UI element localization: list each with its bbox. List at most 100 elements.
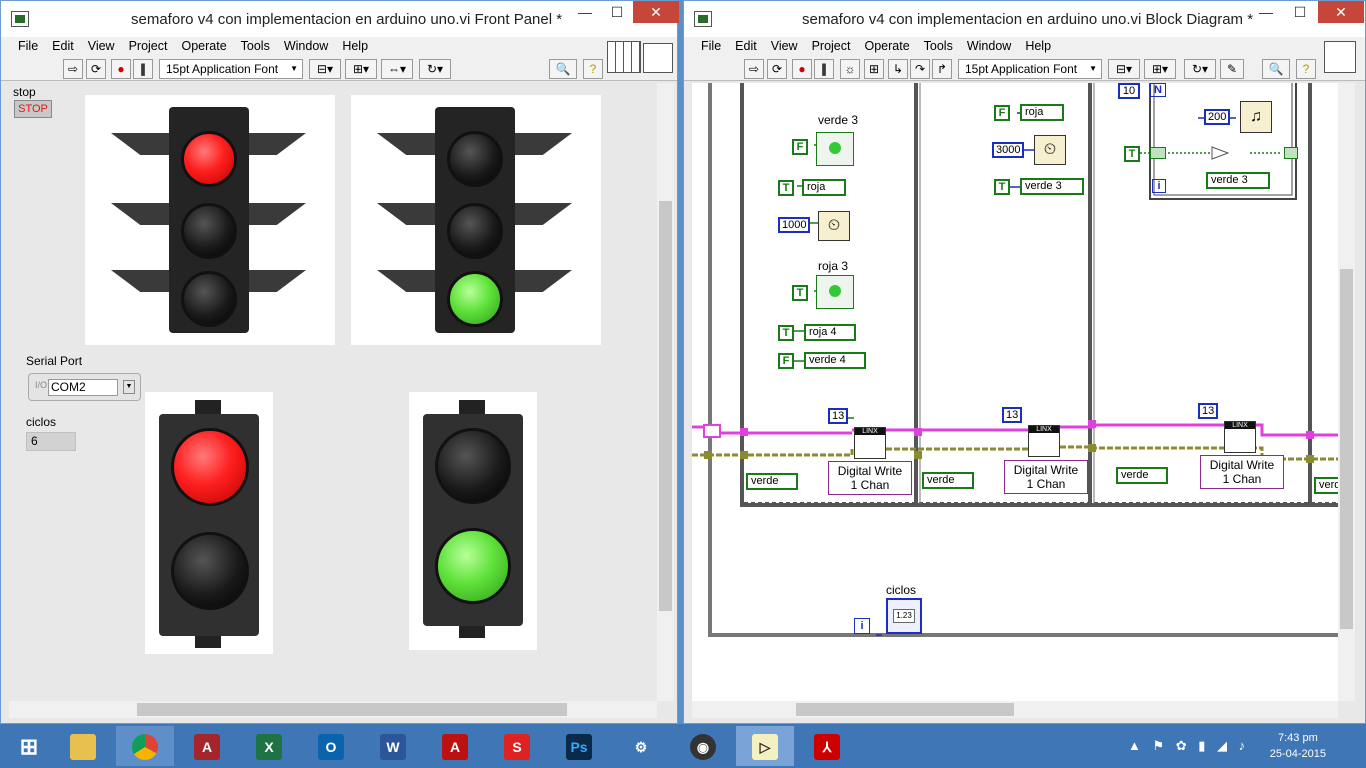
help-icon[interactable]: ? [1296, 59, 1316, 79]
font-selector[interactable]: 15pt Application Font [159, 59, 303, 79]
step-into-icon[interactable]: ↳ [888, 59, 908, 79]
run-arrow-icon[interactable]: ⇨ [744, 59, 764, 79]
linx-digital-write-icon[interactable]: LINX [1224, 421, 1256, 453]
menu-view[interactable]: View [81, 37, 122, 55]
scroll-thumb[interactable] [659, 201, 672, 611]
scroll-thumb[interactable] [796, 703, 1014, 716]
menu-window[interactable]: Window [277, 37, 335, 55]
taskbar-app[interactable]: ⚙ [612, 726, 670, 766]
wait-3000-constant[interactable]: 3000 [992, 142, 1024, 158]
menu-window[interactable]: Window [960, 37, 1018, 55]
linx-digital-write-icon[interactable]: LINX [854, 427, 886, 459]
taskbar-explorer[interactable] [54, 726, 112, 766]
taskbar-photoshop[interactable]: Ps [550, 726, 608, 766]
wait-1000-constant[interactable]: 1000 [778, 217, 810, 233]
step-out-icon[interactable]: ↱ [932, 59, 952, 79]
close-button[interactable]: ✕ [633, 1, 679, 23]
pause-icon[interactable]: ∥ [133, 59, 153, 79]
close-button[interactable]: ✕ [1318, 1, 1364, 23]
clean-up-icon[interactable]: ✎ [1220, 59, 1244, 79]
distribute-icon[interactable]: ⊞▾ [1144, 59, 1176, 79]
run-arrow-icon[interactable]: ⇨ [63, 59, 83, 79]
start-button[interactable]: ⊞ [0, 726, 58, 766]
local-var-verde[interactable]: verde [922, 472, 974, 489]
search-icon[interactable]: 🔍 [549, 59, 577, 79]
menu-tools[interactable]: Tools [917, 37, 960, 55]
wait-ms-icon[interactable]: ⏲ [1034, 135, 1066, 165]
horizontal-scrollbar[interactable] [9, 701, 657, 718]
pin-13-constant[interactable]: 13 [828, 408, 848, 424]
false-constant[interactable]: F [778, 353, 794, 369]
pin-13-constant[interactable]: 13 [1198, 403, 1218, 419]
abort-icon[interactable]: ● [792, 59, 812, 79]
horizontal-scrollbar[interactable] [692, 701, 1338, 718]
pin-13-constant[interactable]: 13 [1002, 407, 1022, 423]
stop-button[interactable]: STOP [14, 100, 52, 118]
true-constant[interactable]: T [778, 325, 794, 341]
font-selector[interactable]: 15pt Application Font [958, 59, 1102, 79]
loop-count-constant[interactable]: 10 [1118, 83, 1140, 99]
taskbar-autocad-mep[interactable]: A [426, 726, 484, 766]
metronome-icon[interactable]: ♫ [1240, 101, 1272, 133]
linx-digital-write-icon[interactable]: LINX [1028, 425, 1060, 457]
taskbar-access[interactable]: A [178, 726, 236, 766]
distribute-icon[interactable]: ⊞▾ [345, 59, 377, 79]
run-continuous-icon[interactable]: ⟳ [86, 59, 106, 79]
digital-write-selector[interactable]: Digital Write 1 Chan [828, 461, 912, 495]
local-var-verde4[interactable]: verde 4 [804, 352, 866, 369]
search-icon[interactable]: 🔍 [1262, 59, 1290, 79]
true-constant[interactable]: T [1124, 146, 1140, 162]
menu-tools[interactable]: Tools [234, 37, 277, 55]
local-var-roja[interactable]: roja [802, 179, 846, 196]
local-var-verde-clipped[interactable]: verde [1314, 477, 1338, 494]
minimize-button[interactable]: — [569, 1, 601, 23]
align-icon[interactable]: ⊟▾ [309, 59, 341, 79]
maximize-button[interactable]: ☐ [1284, 1, 1316, 23]
scroll-thumb[interactable] [137, 703, 567, 716]
vertical-scrollbar[interactable] [657, 83, 674, 701]
reorder-icon[interactable]: ↻▾ [1184, 59, 1216, 79]
serial-port-control[interactable]: I/O COM2 ▼ [28, 373, 141, 401]
dropdown-icon[interactable]: ▼ [123, 380, 135, 394]
led-indicator-icon[interactable] [816, 132, 854, 166]
taskbar-camera[interactable]: ◉ [674, 726, 732, 766]
menu-view[interactable]: View [764, 37, 805, 55]
true-constant[interactable]: T [778, 180, 794, 196]
system-tray[interactable]: ▲ ⚑ ✿ ▮ ◢ ♪ [1128, 738, 1249, 754]
led-indicator-icon[interactable] [816, 275, 854, 309]
wait-200-constant[interactable]: 200 [1204, 109, 1230, 125]
highlight-execution-icon[interactable]: ☼ [840, 59, 860, 79]
menu-project[interactable]: Project [122, 37, 175, 55]
taskbar-acrobat[interactable]: ⅄ [798, 726, 856, 766]
maximize-button[interactable]: ☐ [601, 1, 633, 23]
reorder-icon[interactable]: ↻▾ [419, 59, 451, 79]
false-constant[interactable]: F [792, 139, 808, 155]
retain-wire-values-icon[interactable]: ⊞ [864, 59, 884, 79]
pause-icon[interactable]: ∥ [814, 59, 834, 79]
local-var-verde[interactable]: verde [1116, 467, 1168, 484]
wait-ms-icon[interactable]: ⏲ [818, 211, 850, 241]
vertical-scrollbar[interactable] [1338, 83, 1355, 701]
menu-edit[interactable]: Edit [728, 37, 764, 55]
taskbar-excel[interactable]: X [240, 726, 298, 766]
resize-icon[interactable]: ⇔▾ [381, 59, 413, 79]
ciclos-indicator-terminal[interactable]: 1.23 [886, 598, 922, 634]
false-constant[interactable]: F [994, 105, 1010, 121]
menu-file[interactable]: File [694, 37, 728, 55]
local-var-verde3[interactable]: verde 3 [1206, 172, 1270, 189]
menu-operate[interactable]: Operate [174, 37, 233, 55]
minimize-button[interactable]: — [1250, 1, 1282, 23]
abort-icon[interactable]: ● [111, 59, 131, 79]
digital-write-selector[interactable]: Digital Write 1 Chan [1004, 460, 1088, 494]
menu-help[interactable]: Help [1018, 37, 1058, 55]
align-icon[interactable]: ⊟▾ [1108, 59, 1140, 79]
menu-file[interactable]: File [11, 37, 45, 55]
step-over-icon[interactable]: ↷ [910, 59, 930, 79]
taskbar-word[interactable]: W [364, 726, 422, 766]
clock[interactable]: 7:43 pm 25-04-2015 [1270, 730, 1326, 762]
local-var-roja4[interactable]: roja 4 [804, 324, 856, 341]
menu-operate[interactable]: Operate [857, 37, 916, 55]
local-var-verde3[interactable]: verde 3 [1020, 178, 1084, 195]
true-constant[interactable]: T [792, 285, 808, 301]
taskbar-solidworks[interactable]: S [488, 726, 546, 766]
